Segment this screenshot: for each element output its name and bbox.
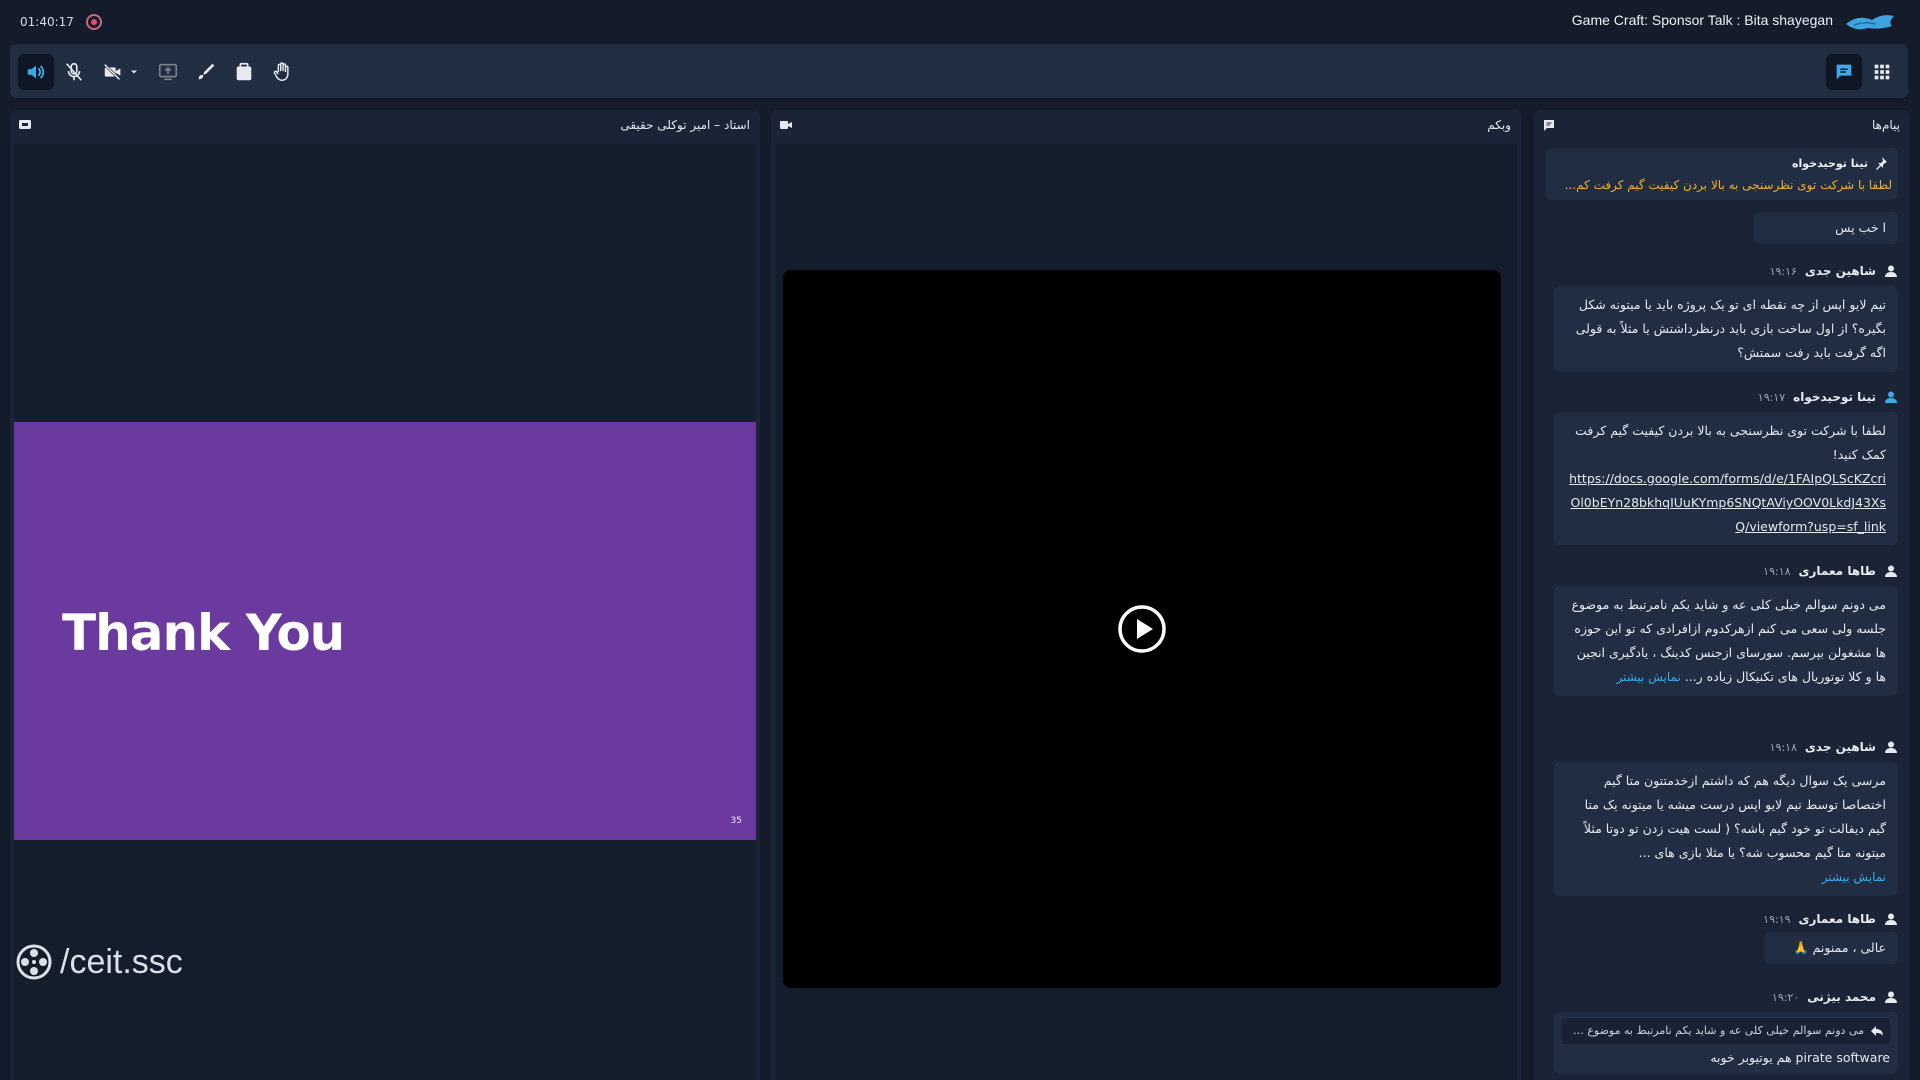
slide-heading: Thank You [62, 604, 345, 662]
whiteboard-pen-button[interactable] [188, 54, 224, 90]
user-avatar-icon [1885, 741, 1897, 753]
pinned-author: تینا توحیدخواه [1792, 157, 1868, 170]
reply-quote[interactable]: می دونم سوالم خیلی کلی عه و شاید یکم نام… [1562, 1018, 1890, 1044]
message-bubble: می دونم سوالم خیلی کلی عه و شاید یکم نام… [1554, 1012, 1898, 1074]
message-bubble: مرسی یک سوال دیگه هم که داشتم ازخدمتتون … [1554, 762, 1898, 896]
clipboard-icon [236, 62, 252, 81]
message-author: شاهین جدی [1804, 264, 1876, 278]
grid-icon [1874, 64, 1890, 80]
message-header: شاهین جدی ۱۹:۱۸ [1770, 738, 1898, 756]
message-header: طاها معماری ۱۹:۱۸ [1763, 562, 1898, 580]
play-icon[interactable] [1117, 604, 1167, 654]
message-time: ۱۹:۱۸ [1763, 564, 1791, 578]
message-author: طاها معماری [1798, 564, 1876, 578]
speaker-button[interactable] [18, 54, 54, 90]
meeting-title: Game Craft: Sponsor Talk : Bita shayegan [1571, 12, 1833, 28]
message-time: ۱۹:۱۶ [1769, 264, 1797, 278]
message-time: ۱۹:۱۷ [1757, 390, 1786, 404]
message-time: ۱۹:۱۹ [1763, 912, 1791, 926]
chat-bubble-icon[interactable] [1542, 118, 1556, 132]
message-text: pirate software هم یوتیوبر خوبه [1710, 1050, 1890, 1065]
raise-hand-button[interactable] [264, 54, 300, 90]
video-player[interactable] [783, 270, 1501, 988]
show-more-link[interactable]: نمایش بیشتر [1616, 670, 1680, 684]
user-avatar-icon [1885, 991, 1897, 1003]
message-header: محمد بیژنی ۱۹:۲۰ [1772, 988, 1898, 1006]
chevron-down-icon [131, 70, 137, 74]
user-avatar-icon [1885, 391, 1897, 403]
show-more-link[interactable]: نمایش بیشتر [1566, 865, 1886, 889]
presenter-panel-header: استاد – امیر توکلی حقیقی [10, 110, 760, 140]
pinned-message[interactable]: تینا توحیدخواه لطفا با شرکت توی نظرسنجی … [1546, 148, 1898, 200]
message-header: شاهین جدی ۱۹:۱۶ [1770, 262, 1898, 280]
message-header: تینا توحیدخواه ۱۹:۱۷ [1758, 388, 1898, 406]
chat-panel: پیام‌ها تینا توحیدخواه لطفا با شرکت توی … [1534, 110, 1910, 1080]
message-header: طاها معماری ۱۹:۱۹ [1763, 910, 1898, 928]
message-bubble: عالی ، ممنونم 🙏 [1764, 932, 1898, 964]
message-bubble: ا خب پس [1754, 212, 1898, 244]
message-time: ۱۹:۲۰ [1771, 990, 1800, 1004]
pinned-text: لطفا با شرکت توی نظرسنجی به بالا بردن کی… [1564, 178, 1892, 192]
message-text: لطفا با شرکت توی نظرسنجی به بالا بردن کی… [1575, 423, 1886, 462]
film-reel-icon [16, 944, 52, 980]
camera-button[interactable] [94, 54, 148, 90]
hand-icon [273, 62, 289, 81]
camera-off-icon [103, 63, 121, 81]
webcam-panel: وبکم [771, 110, 1521, 1080]
chat-icon [1836, 64, 1852, 80]
message-author: محمد بیژنی [1807, 990, 1876, 1004]
record-indicator-icon[interactable] [86, 14, 102, 30]
message-bubble: لطفا با شرکت توی نظرسنجی به بالا بردن کی… [1554, 412, 1898, 545]
apps-grid-button[interactable] [1864, 54, 1900, 90]
presentation-icon[interactable] [18, 118, 32, 132]
watermark: /ceit.ssc [14, 942, 183, 982]
chat-toggle-button[interactable] [1826, 54, 1862, 90]
message-bubble: می دونم سوالم خیلی کلی عه و شاید یکم نام… [1554, 586, 1898, 696]
speaker-icon [27, 65, 45, 79]
message-bubble: تیم لایو اپس از چه نقطه ای تو یک پروژه ب… [1554, 286, 1898, 372]
user-avatar-icon [1885, 913, 1897, 925]
presentation-area[interactable]: Thank You 35 [14, 144, 756, 1080]
slide: Thank You 35 [14, 422, 756, 840]
screen-share-icon [158, 63, 178, 81]
pen-icon [198, 63, 215, 80]
session-timer: 01:40:17 [20, 15, 74, 29]
message-link[interactable]: https://docs.google.com/forms/d/e/1FAIpQ… [1566, 467, 1886, 539]
webcam-title: وبکم [1487, 118, 1511, 132]
message-author: شاهین جدی [1804, 740, 1876, 754]
slide-number: 35 [730, 816, 742, 826]
webcam-panel-header: وبکم [771, 110, 1521, 140]
user-avatar-icon [1885, 565, 1897, 577]
message-author: تینا توحیدخواه [1793, 390, 1876, 404]
message-time: ۱۹:۱۸ [1769, 740, 1797, 754]
mic-off-icon [66, 62, 82, 81]
user-avatar-icon [1885, 265, 1897, 277]
clipboard-button[interactable] [226, 54, 262, 90]
watermark-text: /ceit.ssc [60, 942, 183, 981]
screen-share-button[interactable] [150, 54, 186, 90]
pin-icon [1876, 157, 1887, 170]
video-camera-icon[interactable] [779, 118, 793, 132]
top-bar: 01:40:17 Game Craft: Sponsor Talk : Bita… [0, 0, 1920, 44]
message-text: مرسی یک سوال دیگه هم که داشتم ازخدمتتون … [1583, 773, 1886, 860]
quote-text: می دونم سوالم خیلی کلی عه و شاید یکم نام… [1566, 1024, 1864, 1037]
toolbar [10, 44, 1908, 98]
chat-panel-header: پیام‌ها [1534, 110, 1910, 140]
mic-button[interactable] [56, 54, 92, 90]
presenter-panel: استاد – امیر توکلی حقیقی Thank You 35 /c… [10, 110, 760, 1080]
chat-title: پیام‌ها [1871, 118, 1900, 132]
chat-messages[interactable]: تینا توحیدخواه لطفا با شرکت توی نظرسنجی … [1538, 144, 1906, 1080]
message-author: طاها معماری [1798, 912, 1876, 926]
reply-icon [1871, 1026, 1883, 1036]
app-logo-icon [1846, 15, 1894, 30]
presenter-title: استاد – امیر توکلی حقیقی [620, 118, 750, 132]
webcam-area [775, 144, 1517, 1080]
